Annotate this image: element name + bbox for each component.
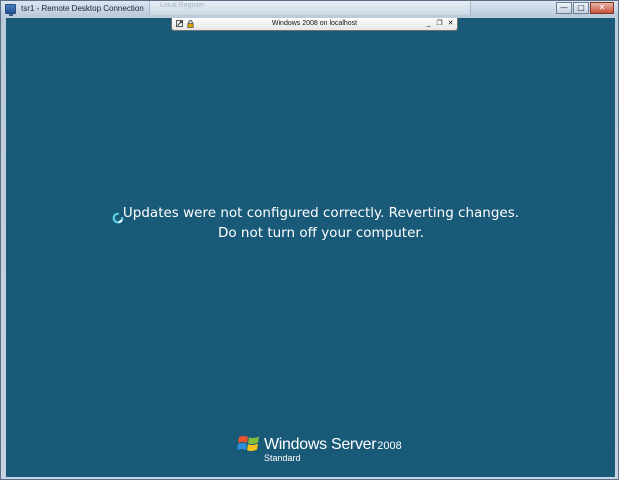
- window-title: tsr1 - Remote Desktop Connection: [21, 4, 144, 13]
- brand-line: Windows Server2008: [264, 434, 402, 454]
- remote-session-viewport[interactable]: Windows 2008 on localhost _ ❐ ✕ Updates …: [6, 18, 615, 477]
- window-titlebar[interactable]: tsr1 - Remote Desktop Connection Local R…: [1, 1, 618, 18]
- connection-restore-button[interactable]: ❐: [435, 19, 444, 28]
- product-name: Windows Server: [264, 436, 377, 453]
- connection-minimize-button[interactable]: _: [424, 19, 433, 28]
- connection-bar: Windows 2008 on localhost _ ❐ ✕: [163, 18, 466, 31]
- windows-flag-icon: [237, 436, 259, 451]
- background-window-tab: Local Register: [149, 1, 471, 15]
- minimize-button[interactable]: —: [556, 2, 572, 14]
- update-status-line-1: Updates were not configured correctly. R…: [122, 205, 520, 221]
- background-window-tab-label: Local Register: [160, 2, 205, 9]
- remote-desktop-window: tsr1 - Remote Desktop Connection Local R…: [0, 0, 619, 480]
- connection-bar-title: Windows 2008 on localhost: [271, 20, 358, 27]
- product-version: 2008: [377, 440, 402, 452]
- windows-server-logo: Windows Server2008 Standard: [237, 432, 402, 466]
- update-status-message: Updates were not configured correctly. R…: [6, 203, 615, 243]
- window-controls: — □ ✕: [555, 2, 614, 14]
- close-button[interactable]: ✕: [590, 2, 614, 14]
- maximize-button[interactable]: □: [573, 2, 589, 14]
- product-edition: Standard: [264, 453, 301, 463]
- remote-desktop-app-icon[interactable]: [5, 4, 16, 16]
- update-status-line-2: Do not turn off your computer.: [217, 225, 424, 241]
- connection-close-button[interactable]: ✕: [446, 19, 455, 28]
